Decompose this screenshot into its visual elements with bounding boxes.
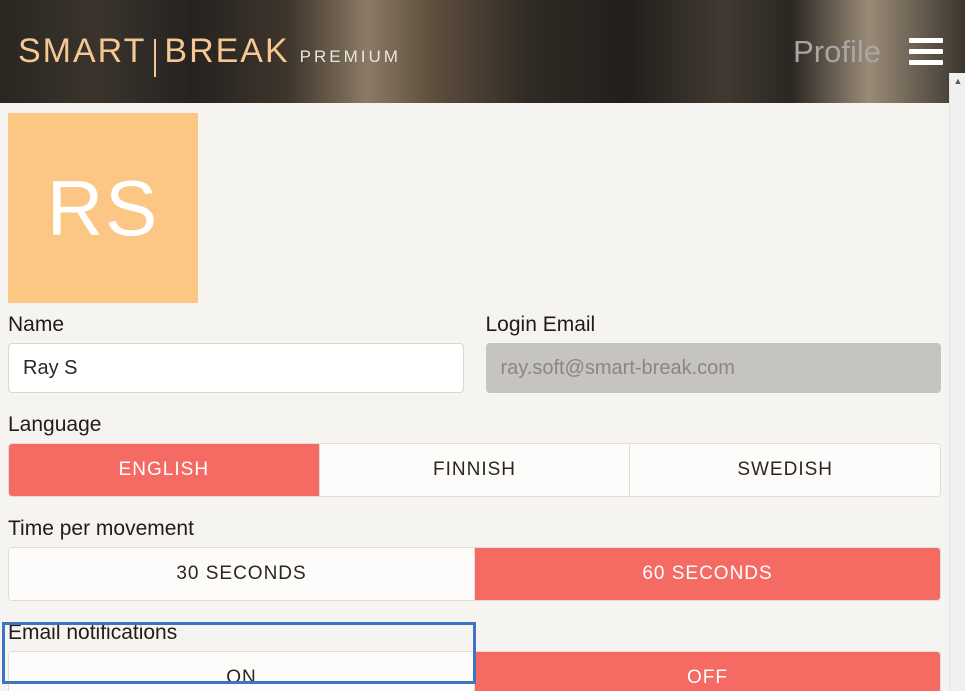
brand-suffix: PREMIUM [300,47,401,67]
email-label: Login Email [486,313,942,337]
language-option-swedish[interactable]: SWEDISH [629,444,940,496]
time-label: Time per movement [8,517,941,541]
page-title: Profile [793,34,881,70]
scrollbar-up-arrow-icon[interactable]: ▲ [950,73,965,89]
email-input [486,343,942,393]
notifications-label: Email notifications [8,621,941,645]
menu-icon[interactable] [909,35,943,69]
name-input[interactable] [8,343,464,393]
brand-part2: BREAK [164,32,289,71]
language-label: Language [8,413,941,437]
notifications-segment: ON OFF [8,651,941,691]
vertical-scrollbar[interactable]: ▲ [949,73,965,691]
avatar-initials: RS [47,163,159,254]
brand-part1: SMART [18,32,146,71]
language-segment: ENGLISH FINNISH SWEDISH [8,443,941,497]
time-segment: 30 SECONDS 60 SECONDS [8,547,941,601]
time-option-30[interactable]: 30 SECONDS [9,548,474,600]
language-option-english[interactable]: ENGLISH [9,444,319,496]
brand-divider-icon [154,39,156,77]
time-option-60[interactable]: 60 SECONDS [474,548,940,600]
notifications-option-on[interactable]: ON [9,652,474,691]
language-option-finnish[interactable]: FINNISH [319,444,630,496]
content-scroll-area: RS Name Login Email Language ENGLISH FIN… [0,73,949,691]
brand-logo: SMART BREAK PREMIUM [18,32,401,71]
avatar: RS [8,113,198,303]
name-label: Name [8,313,464,337]
notifications-option-off[interactable]: OFF [474,652,940,691]
